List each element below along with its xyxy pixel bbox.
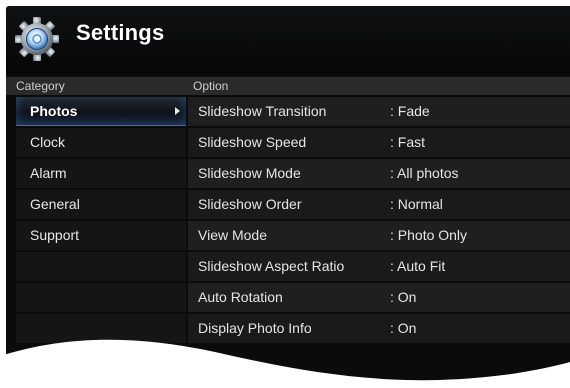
option-name: Slideshow Aspect Ratio [198, 258, 345, 274]
option-name: View Mode [198, 227, 268, 243]
option-name: Slideshow Order [198, 196, 302, 212]
option-value: : Photo Only [390, 227, 468, 243]
page-title: Settings [76, 20, 165, 45]
title-bar: Settings [6, 6, 570, 74]
chevron-right-icon [175, 107, 180, 115]
category-label: Photos [30, 103, 78, 119]
category-label: General [30, 196, 80, 212]
option-name: Slideshow Mode [198, 165, 301, 181]
category-header: Category [16, 79, 65, 93]
settings-gear-icon [15, 17, 59, 61]
category-item-empty [16, 314, 186, 343]
category-item-empty [16, 252, 186, 281]
category-label: Clock [30, 134, 66, 150]
option-row-slideshow-aspect-ratio[interactable]: Slideshow Aspect Ratio : Auto Fit [188, 252, 570, 281]
category-item-support[interactable]: Support [16, 221, 186, 250]
option-value: : Normal [390, 196, 443, 212]
category-item-clock[interactable]: Clock [16, 128, 186, 157]
option-name: Auto Rotation [198, 289, 283, 305]
option-name: Display Photo Info [198, 320, 312, 336]
option-row-view-mode[interactable]: View Mode : Photo Only [188, 221, 570, 250]
category-label: Support [30, 227, 80, 243]
option-row-slideshow-mode[interactable]: Slideshow Mode : All photos [188, 159, 570, 188]
settings-screen: Settings Category Option Photos Clock Al… [6, 6, 570, 388]
option-row-slideshow-speed[interactable]: Slideshow Speed : Fast [188, 128, 570, 157]
category-item-general[interactable]: General [16, 190, 186, 219]
option-value: : Fast [390, 134, 426, 150]
option-value: : Auto Fit [390, 258, 446, 274]
column-headers: Category Option [6, 77, 570, 95]
option-list: Slideshow Transition : Fade Slideshow Sp… [188, 97, 570, 357]
option-name: Slideshow Transition [198, 103, 327, 119]
option-row-display-photo-info[interactable]: Display Photo Info : On [188, 314, 570, 343]
option-header: Option [193, 79, 229, 93]
category-list: Photos Clock Alarm General Support [16, 97, 186, 347]
category-item-empty [16, 283, 186, 312]
category-label: Alarm [30, 165, 67, 181]
option-row-slideshow-order[interactable]: Slideshow Order : Normal [188, 190, 570, 219]
option-value: : Fade [390, 103, 430, 119]
option-name: Slideshow Speed [198, 134, 307, 150]
option-value: : All photos [390, 165, 459, 181]
option-row-slideshow-transition[interactable]: Slideshow Transition : Fade [188, 97, 570, 126]
option-value: : On [390, 289, 417, 305]
option-value: : On [390, 320, 417, 336]
category-item-alarm[interactable]: Alarm [16, 159, 186, 188]
category-item-photos[interactable]: Photos [16, 97, 186, 126]
option-row-auto-rotation[interactable]: Auto Rotation : On [188, 283, 570, 312]
